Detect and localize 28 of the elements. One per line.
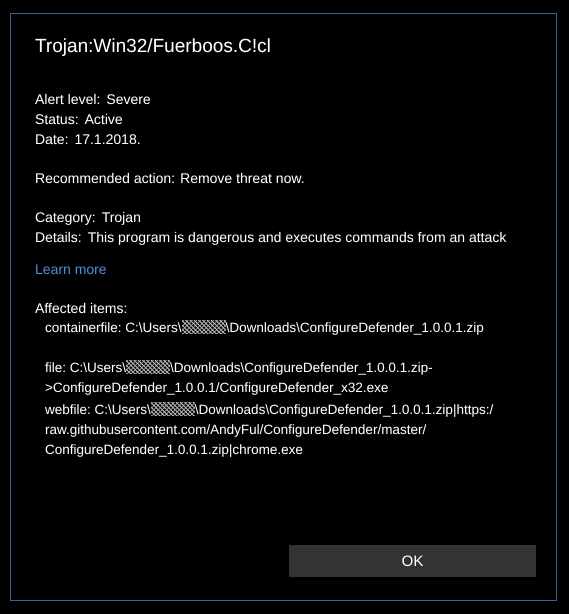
- field-label: Status:: [35, 110, 79, 129]
- file-path: >ConfigureDefender_1.0.0.1/ConfigureDefender_x32.exe: [45, 379, 390, 397]
- field-label: Details:: [35, 228, 82, 247]
- affected-items-heading: Affected items:: [35, 299, 128, 318]
- redacted-block: [150, 402, 195, 416]
- field-value: Active: [84, 110, 123, 129]
- threat-title: Trojan:Win32/Fuerboos.C!cl: [35, 36, 272, 58]
- field-value: 17.1.2018.: [74, 130, 141, 149]
- file-path: containerfile: C:\Users\: [45, 320, 182, 335]
- learn-more-link[interactable]: Learn more: [35, 261, 107, 277]
- file-path: file: C:\Users\: [45, 360, 126, 375]
- field-label: Date:: [35, 130, 68, 149]
- file-path: raw.githubusercontent.com/AndyFul/ConfigureDefender/master/: [45, 421, 428, 439]
- field-label: Alert level:: [35, 90, 100, 109]
- file-path: \Downloads\ConfigureDefender_1.0.0.1.zip-: [170, 360, 433, 375]
- file-path: \Downloads\ConfigureDefender_1.0.0.1.zip|https:/: [194, 402, 494, 417]
- file-path: \Downloads\ConfigureDefender_1.0.0.1.zip: [226, 320, 484, 335]
- file-path: webfile: C:\Users\: [45, 402, 151, 417]
- field-value: Trojan: [102, 208, 141, 227]
- field-label: Category:: [35, 208, 96, 227]
- file-path: ConfigureDefender_1.0.0.1.zip|chrome.exe: [45, 441, 304, 459]
- redacted-block: [126, 360, 170, 374]
- field-value: Remove threat now.: [180, 169, 305, 188]
- field-label: Recommended action:: [35, 169, 176, 188]
- ok-button[interactable]: OK: [289, 545, 536, 577]
- field-value: Severe: [106, 90, 151, 109]
- redacted-block: [182, 320, 226, 334]
- field-value: This program is dangerous and executes commands from an attack: [88, 228, 506, 247]
